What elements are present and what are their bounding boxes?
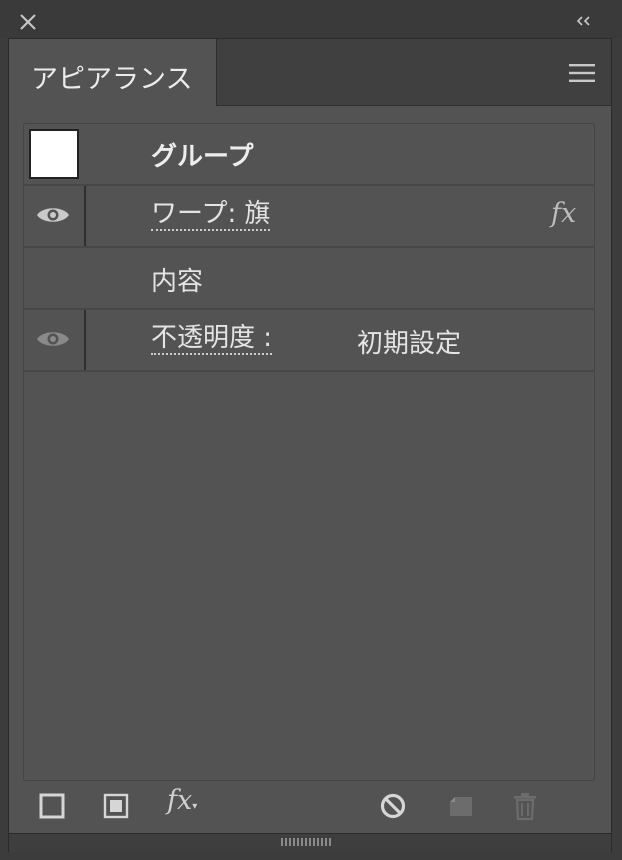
group-label: グループ bbox=[151, 142, 254, 172]
row-contents[interactable]: 内容 bbox=[24, 248, 594, 310]
opacity-label[interactable]: 不透明度 : bbox=[151, 323, 273, 355]
row-divider bbox=[84, 186, 86, 246]
row-group[interactable]: グループ bbox=[24, 124, 594, 186]
opacity-link[interactable]: 不透明度 : bbox=[151, 323, 273, 355]
warp-label[interactable]: ワープ: 旗 bbox=[151, 199, 271, 231]
hamburger-menu-icon[interactable] bbox=[569, 63, 595, 83]
opacity-value: 初期設定 bbox=[357, 329, 462, 359]
row-divider bbox=[84, 310, 86, 370]
panel-footer-toolbar: fx▾ bbox=[9, 781, 611, 831]
duplicate-item-icon[interactable] bbox=[447, 791, 475, 821]
panel-titlebar bbox=[0, 0, 622, 38]
visibility-eye-icon[interactable] bbox=[36, 328, 70, 350]
row-opacity[interactable]: 不透明度 : 初期設定 bbox=[24, 310, 594, 372]
collapse-panel-icon[interactable] bbox=[574, 13, 594, 29]
warp-link[interactable]: ワープ: 旗 bbox=[151, 199, 271, 231]
row-warp-effect[interactable]: ワープ: 旗 fx bbox=[24, 186, 594, 248]
tab-label: アピアランス bbox=[31, 64, 193, 95]
close-icon[interactable] bbox=[18, 12, 38, 32]
add-effect-icon[interactable]: fx▾ bbox=[167, 785, 197, 816]
tab-appearance[interactable]: アピアランス bbox=[9, 39, 217, 106]
group-thumbnail bbox=[29, 129, 79, 179]
resize-grip-icon[interactable] bbox=[281, 836, 333, 848]
add-new-stroke-icon[interactable] bbox=[39, 791, 65, 821]
contents-label: 内容 bbox=[151, 267, 204, 297]
tab-strip: アピアランス bbox=[9, 39, 611, 106]
clear-appearance-icon[interactable] bbox=[379, 791, 407, 821]
fx-icon: fx bbox=[551, 198, 577, 229]
resize-bar[interactable] bbox=[9, 833, 611, 852]
visibility-eye-icon[interactable] bbox=[36, 204, 70, 226]
add-effect-label: fx bbox=[167, 785, 193, 816]
delete-item-icon[interactable] bbox=[512, 791, 538, 821]
add-new-fill-icon[interactable] bbox=[103, 791, 129, 821]
appearance-panel: アピアランス グループ ワープ: 旗 fx 内容 不透明度: 初期設定 fx▾ bbox=[8, 38, 612, 852]
appearance-panel-window: アピアランス グループ ワープ: 旗 fx 内容 不透明度: 初期設定 fx▾ bbox=[0, 0, 622, 860]
appearance-list: グループ ワープ: 旗 fx 内容 不透明度: 初期設定 bbox=[23, 123, 595, 781]
